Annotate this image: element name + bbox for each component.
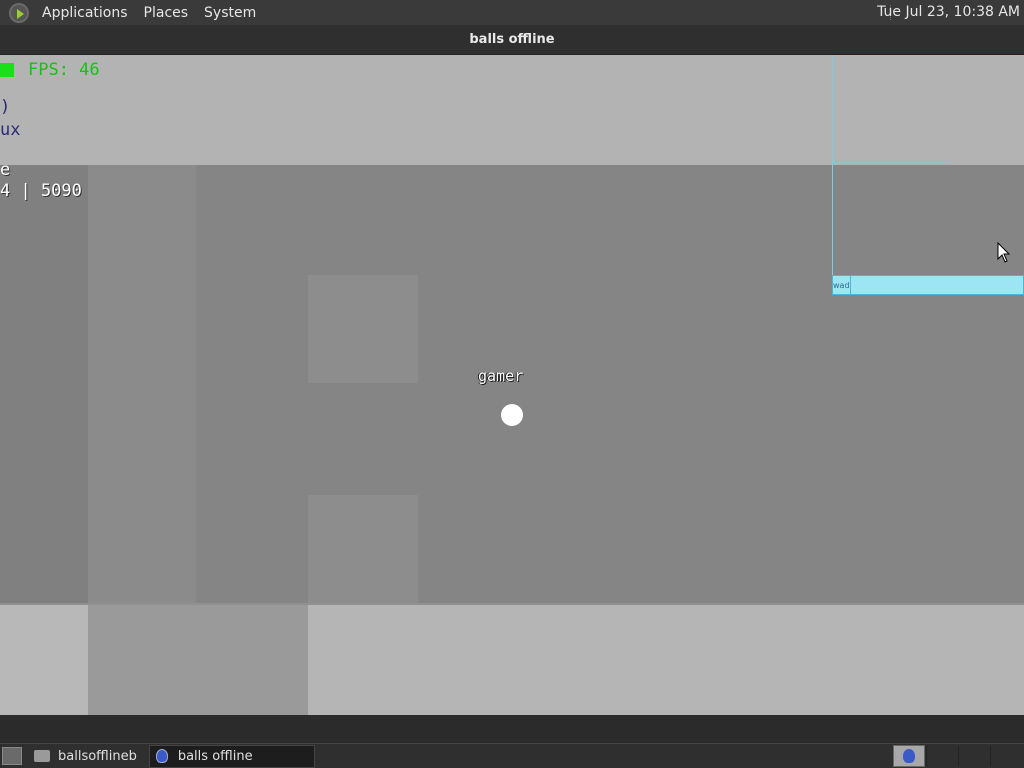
clock[interactable]: Tue Jul 23, 10:38 AM	[877, 4, 1020, 20]
window-titlebar[interactable]: balls offline	[0, 25, 1024, 55]
fps-text: FPS: 46	[28, 60, 100, 80]
workspace-3[interactable]	[958, 746, 990, 766]
show-desktop-icon[interactable]	[2, 747, 22, 765]
map-region	[88, 605, 308, 715]
hud-line: ux	[0, 120, 21, 140]
workspace-1[interactable]	[893, 745, 925, 767]
hud-line: )	[0, 97, 11, 117]
folder-icon	[34, 750, 50, 762]
task-ballsofflineb[interactable]: ballsofflineb	[28, 745, 143, 768]
map-block	[308, 275, 418, 383]
distro-logo-icon[interactable]	[9, 2, 29, 23]
map-region	[0, 605, 88, 715]
hud-line: e	[0, 160, 11, 180]
task-label: ballsofflineb	[58, 748, 137, 764]
fps-counter: FPS: 46	[0, 60, 100, 80]
chat-tag: wad	[833, 276, 851, 294]
window-title: balls offline	[469, 32, 555, 47]
map-region	[88, 165, 196, 605]
chat-input[interactable]	[850, 276, 1024, 294]
workspace-4[interactable]	[990, 746, 1022, 766]
fps-indicator-icon	[0, 63, 14, 77]
balls-app-icon	[903, 749, 915, 763]
bottom-taskbar: ballsofflineb balls offline	[0, 743, 1024, 768]
task-balls-offline[interactable]: balls offline	[148, 744, 315, 768]
hud-score: 4 | 5090	[0, 181, 82, 201]
top-menu-bar: Applications Places System Tue Jul 23, 1…	[0, 0, 1024, 25]
map-block	[308, 495, 418, 603]
map-region	[0, 165, 88, 605]
map-region	[308, 605, 1024, 715]
workspace-2[interactable]	[926, 746, 958, 766]
player-ball	[501, 404, 523, 426]
menu-system[interactable]: System	[196, 5, 264, 21]
player-name: gamer	[478, 367, 524, 385]
game-canvas[interactable]: FPS: 46 ) ux e 4 | 5090 gamer wad	[0, 55, 1024, 715]
mouse-cursor-icon	[997, 242, 1011, 263]
chat-input-bar[interactable]: wad	[832, 275, 1024, 295]
chat-divider	[832, 162, 950, 163]
menu-applications[interactable]: Applications	[34, 5, 136, 21]
task-label: balls offline	[177, 748, 253, 764]
menu-places[interactable]: Places	[136, 5, 197, 21]
chat-panel	[832, 55, 1024, 275]
balls-app-icon	[155, 749, 168, 763]
